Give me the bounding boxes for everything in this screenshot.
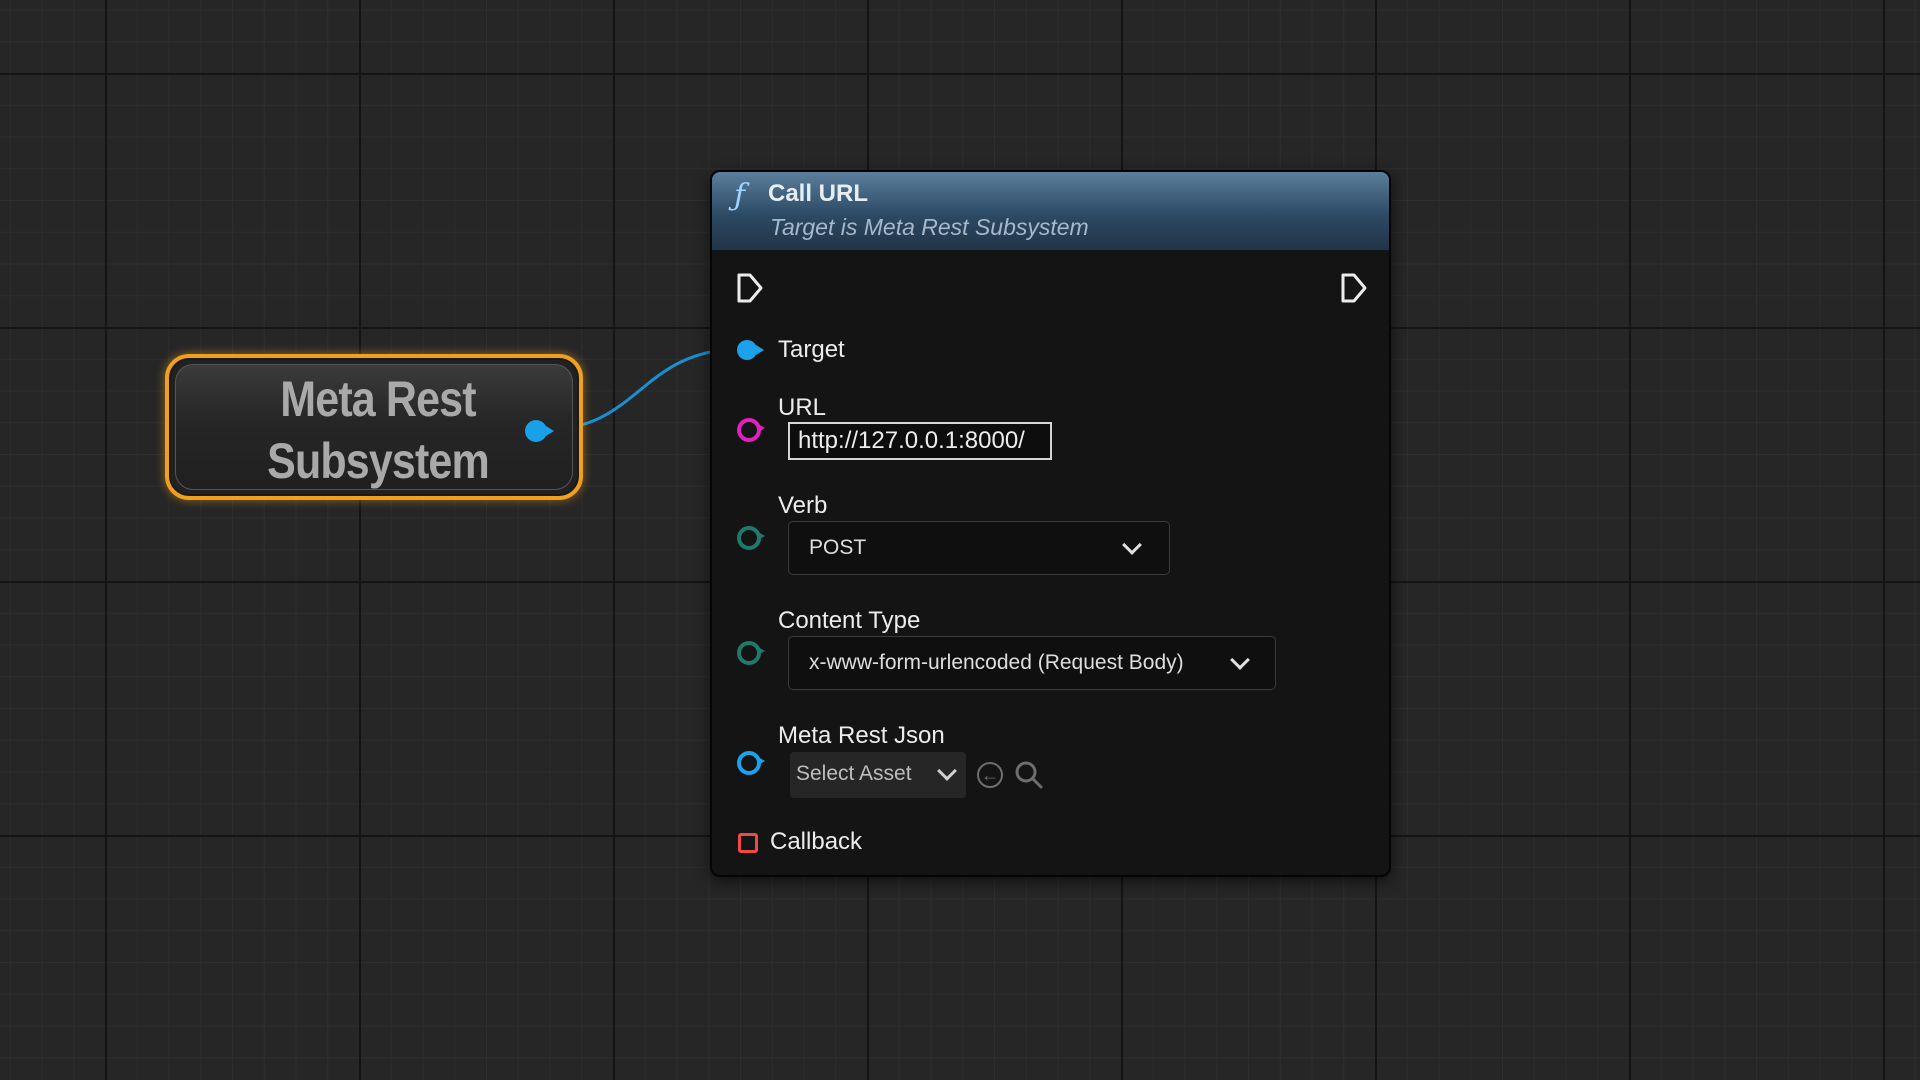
content-type-dropdown[interactable]: x-www-form-urlencoded (Request Body) — [788, 636, 1276, 690]
select-asset-dropdown[interactable]: Select Asset — [790, 752, 966, 798]
exec-output-pin[interactable] — [1340, 272, 1368, 304]
content-type-selected-value: x-www-form-urlencoded (Request Body) — [809, 651, 1184, 674]
subsystem-output-pin[interactable] — [525, 420, 554, 442]
target-input-pin[interactable] — [737, 340, 764, 360]
chevron-down-icon — [1122, 535, 1142, 555]
target-pin-label: Target — [778, 336, 845, 363]
verb-pin-label: Verb — [778, 492, 828, 519]
url-pin-label: URL — [778, 394, 827, 421]
callback-pin-label: Callback — [770, 828, 863, 855]
select-asset-placeholder: Select Asset — [796, 762, 912, 785]
verb-selected-value: POST — [809, 536, 867, 559]
exec-input-pin[interactable] — [736, 272, 764, 304]
node-title: Call URL — [768, 180, 869, 207]
browse-asset-search-icon[interactable] — [1014, 760, 1044, 790]
node-subtitle: Target is Meta Rest Subsystem — [770, 214, 1089, 240]
callback-delegate-pin[interactable] — [738, 833, 758, 853]
meta-rest-json-pin-label: Meta Rest Json — [778, 722, 945, 749]
verb-dropdown[interactable]: POST — [788, 521, 1170, 575]
getter-node-title: Meta Rest Subsystem — [198, 368, 557, 492]
content-type-input-pin[interactable] — [737, 641, 765, 665]
chevron-down-icon — [1230, 650, 1250, 670]
use-selected-asset-icon[interactable]: ← — [977, 762, 1003, 788]
getter-title-line1: Meta Rest — [280, 371, 476, 427]
meta-rest-json-input-pin[interactable] — [737, 751, 765, 775]
call-url-node[interactable]: ƒ Call URL Target is Meta Rest Subsystem… — [710, 170, 1391, 877]
meta-rest-subsystem-node[interactable]: Meta Rest Subsystem — [165, 354, 583, 500]
content-type-pin-label: Content Type — [778, 607, 921, 634]
getter-title-line2: Subsystem — [267, 433, 490, 489]
chevron-down-icon — [937, 761, 957, 781]
function-icon: ƒ — [734, 178, 746, 213]
verb-input-pin[interactable] — [737, 526, 765, 550]
url-input-pin[interactable] — [737, 418, 765, 442]
node-header[interactable]: ƒ Call URL Target is Meta Rest Subsystem — [712, 172, 1389, 251]
url-input[interactable]: http://127.0.0.1:8000/ — [788, 422, 1052, 460]
